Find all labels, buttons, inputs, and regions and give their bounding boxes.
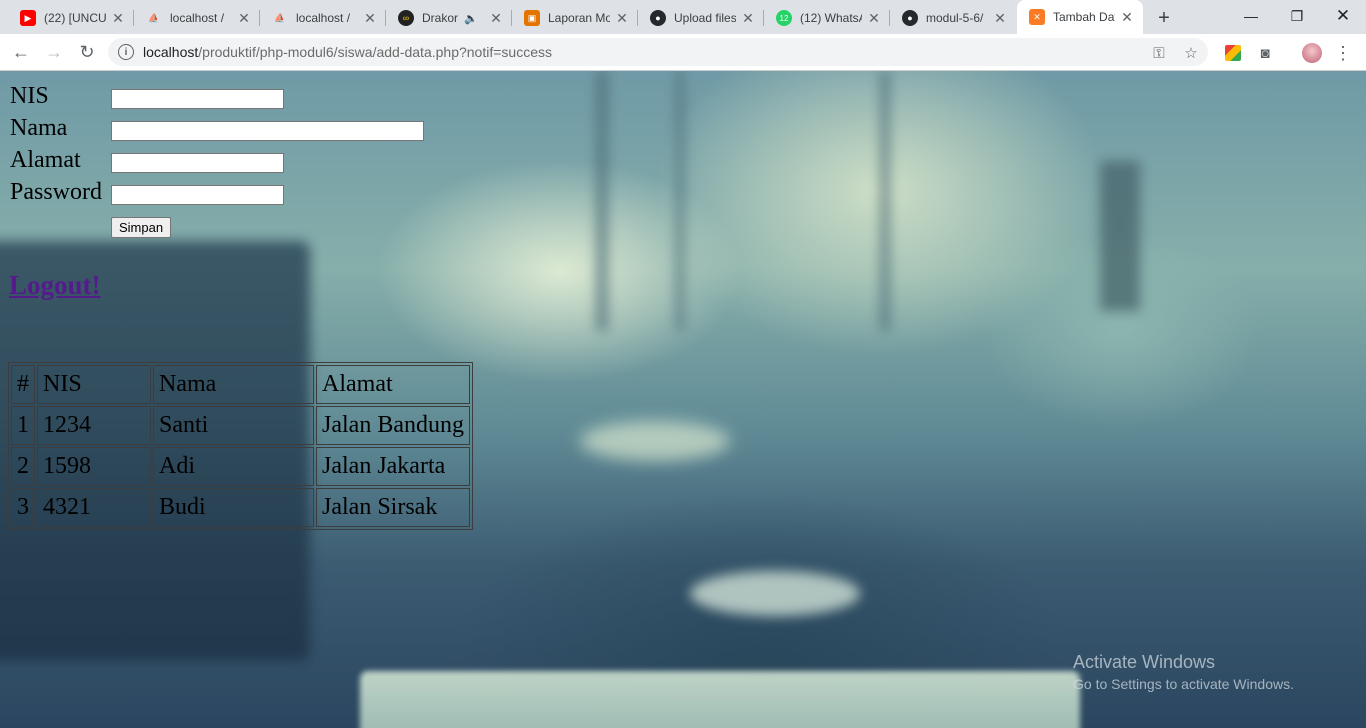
background-keyboard xyxy=(360,671,1080,728)
reload-button[interactable]: ↻ xyxy=(73,38,101,66)
table-row: 2 1598 Adi Jalan Jakarta xyxy=(11,447,470,486)
table-cell: 1598 xyxy=(37,447,151,486)
table-header-row: # NIS Nama Alamat xyxy=(11,365,470,404)
restore-button[interactable]: ❐ xyxy=(1274,0,1320,32)
tab-title: (12) WhatsA xyxy=(800,11,862,25)
alamat-label: Alamat xyxy=(10,147,81,173)
watermark-title: Activate Windows xyxy=(1073,652,1216,672)
browser-toolbar: ← → ↻ i localhost/produktif/php-modul6/s… xyxy=(0,34,1366,71)
table-cell: 3 xyxy=(11,488,35,527)
minimize-button[interactable]: — xyxy=(1228,0,1274,32)
tab-tambah-data[interactable]: ✕ Tambah Dat ✕ xyxy=(1017,0,1143,34)
column-header: Nama xyxy=(153,365,314,404)
nis-label: NIS xyxy=(10,83,49,109)
nis-field[interactable] xyxy=(111,89,284,109)
tab-drakor[interactable]: ∞ Drakor 🔈 ✕ xyxy=(386,2,512,34)
phpmyadmin-icon: ⛵ xyxy=(148,12,160,23)
password-label: Password xyxy=(10,179,103,205)
close-icon[interactable]: ✕ xyxy=(740,10,756,26)
extension-icon[interactable] xyxy=(1223,43,1243,63)
table-cell: 1234 xyxy=(37,406,151,445)
tab-title: modul-5-6/ xyxy=(926,11,984,25)
whatsapp-icon: 12 xyxy=(776,10,792,26)
background-decor xyxy=(880,71,890,331)
camera-icon[interactable]: ◙ xyxy=(1255,43,1275,63)
star-icon[interactable]: ☆ xyxy=(1181,43,1201,63)
column-header: NIS xyxy=(37,365,151,404)
url-text: localhost/produktif/php-modul6/siswa/add… xyxy=(143,44,552,60)
column-header: Alamat xyxy=(316,365,470,404)
table-cell: Jalan Jakarta xyxy=(316,447,470,486)
table-row: 3 4321 Budi Jalan Sirsak xyxy=(11,488,470,527)
tab-strip: ▶ (22) [UNCU ✕ ⛵ localhost / ✕ ⛵ localho… xyxy=(0,0,1366,34)
table-cell: Adi xyxy=(153,447,314,486)
close-icon[interactable]: ✕ xyxy=(110,10,126,26)
back-button[interactable]: ← xyxy=(7,38,35,66)
table-cell: Budi xyxy=(153,488,314,527)
tab-title: Drakor xyxy=(422,11,459,25)
nama-field[interactable] xyxy=(111,121,424,141)
logout-link[interactable]: Logout! xyxy=(9,270,101,301)
close-icon[interactable]: ✕ xyxy=(362,10,378,26)
xampp-icon: ✕ xyxy=(1029,9,1045,25)
new-tab-button[interactable]: + xyxy=(1151,5,1177,31)
table-cell: 4321 xyxy=(37,488,151,527)
tab-title: localhost / xyxy=(296,11,351,25)
close-icon[interactable]: ✕ xyxy=(488,10,504,26)
alamat-field[interactable] xyxy=(111,153,284,173)
tab-title: Laporan Mo xyxy=(548,11,610,25)
info-icon[interactable]: i xyxy=(118,44,134,60)
tab-laporan[interactable]: ▣ Laporan Mo ✕ xyxy=(512,2,638,34)
address-bar[interactable]: i localhost/produktif/php-modul6/siswa/a… xyxy=(108,38,1208,66)
tab-localhost-1[interactable]: ⛵ localhost / ✕ xyxy=(134,2,260,34)
close-icon[interactable]: ✕ xyxy=(1119,9,1135,25)
menu-icon[interactable]: ⋮ xyxy=(1333,43,1353,63)
tab-upload-files[interactable]: ● Upload files ✕ xyxy=(638,2,764,34)
table-cell: Jalan Bandung xyxy=(316,406,470,445)
tab-youtube[interactable]: ▶ (22) [UNCU ✕ xyxy=(8,2,134,34)
tab-title: Tambah Dat xyxy=(1053,10,1115,24)
url-path: /produktif/php-modul6/siswa/add-data.php… xyxy=(198,44,552,60)
close-window-button[interactable]: ✕ xyxy=(1320,0,1366,32)
forward-button[interactable]: → xyxy=(40,38,68,66)
simpan-button[interactable]: Simpan xyxy=(111,217,172,238)
table-cell: 2 xyxy=(11,447,35,486)
close-icon[interactable]: ✕ xyxy=(236,10,252,26)
page-content: NIS Nama Alamat Password Simpan Logout! … xyxy=(0,71,1366,728)
background-decor xyxy=(580,421,730,461)
tab-whatsapp[interactable]: 12 (12) WhatsA ✕ xyxy=(764,2,890,34)
tab-modul[interactable]: ● modul-5-6/ ✕ xyxy=(890,2,1016,34)
watermark-subtitle: Go to Settings to activate Windows. xyxy=(1073,676,1294,692)
github-icon: ● xyxy=(650,10,666,26)
url-host: localhost xyxy=(143,44,199,60)
tab-localhost-2[interactable]: ⛵ localhost / ✕ xyxy=(260,2,386,34)
tab-title: localhost / xyxy=(170,11,225,25)
youtube-icon: ▶ xyxy=(20,10,36,26)
close-icon[interactable]: ✕ xyxy=(614,10,630,26)
drakor-icon: ∞ xyxy=(398,10,414,26)
table-row: 1 1234 Santi Jalan Bandung xyxy=(11,406,470,445)
tab-title: Upload files xyxy=(674,11,736,25)
column-header: # xyxy=(11,365,35,404)
table-cell: 1 xyxy=(11,406,35,445)
github-icon: ● xyxy=(902,10,918,26)
activate-windows-watermark: Activate Windows Go to Settings to activ… xyxy=(1073,651,1294,695)
laporan-icon: ▣ xyxy=(524,10,540,26)
speaker-icon[interactable]: 🔈 xyxy=(464,12,478,25)
tab-title: (22) [UNCU xyxy=(44,11,106,25)
close-icon[interactable]: ✕ xyxy=(992,10,1008,26)
table-cell: Santi xyxy=(153,406,314,445)
avatar[interactable] xyxy=(1302,43,1322,63)
close-icon[interactable]: ✕ xyxy=(866,10,882,26)
table-cell: Jalan Sirsak xyxy=(316,488,470,527)
siswa-table: # NIS Nama Alamat 1 1234 Santi Jalan Ban… xyxy=(8,362,473,530)
background-decor xyxy=(1100,161,1140,311)
nama-label: Nama xyxy=(10,115,68,141)
background-decor xyxy=(690,571,860,616)
background-decor xyxy=(596,71,608,331)
key-icon[interactable]: ⚿ xyxy=(1149,43,1169,63)
password-field[interactable] xyxy=(111,185,284,205)
background-decor xyxy=(676,71,684,331)
phpmyadmin-icon: ⛵ xyxy=(274,12,286,23)
